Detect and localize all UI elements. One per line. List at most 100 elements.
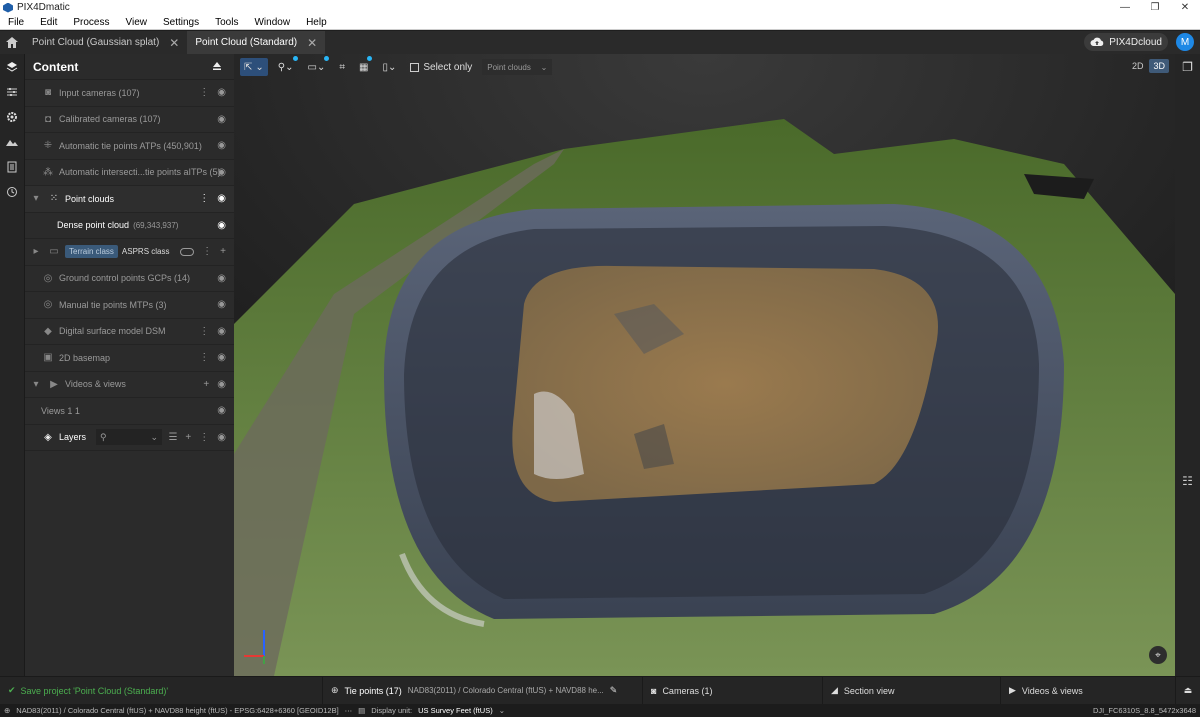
view-3d-button[interactable]: 3D (1149, 59, 1169, 73)
list-item-calibrated-cameras[interactable]: ◘ Calibrated cameras (107) ◉ (25, 107, 234, 133)
eye-icon[interactable]: ◉ (217, 326, 226, 337)
more-icon[interactable]: ⋮ (199, 352, 209, 363)
eye-icon[interactable]: ◉ (217, 379, 226, 390)
eye-icon[interactable]: ◉ (217, 299, 226, 310)
list-item-basemap[interactable]: ▣ 2D basemap ⋮ ◉ (25, 345, 234, 372)
list-item-mtps[interactable]: ◎ Manual tie points MTPs (3) ◉ (25, 292, 234, 319)
more-icon[interactable]: ⋮ (199, 87, 209, 98)
layer-search-input[interactable]: ⚲ ⌄ (96, 429, 163, 446)
copy-icon[interactable]: ❐ (1175, 54, 1200, 80)
video-icon: ▶ (50, 378, 58, 390)
eye-icon[interactable]: ◉ (217, 432, 226, 443)
list-item-classes[interactable]: ▸ ▭ Terrain class ASPRS class ⋮ + (25, 239, 234, 266)
close-icon[interactable]: ✕ (307, 36, 317, 50)
eye-icon[interactable]: ◉ (217, 193, 226, 204)
sliders-icon[interactable] (0, 79, 24, 104)
list-item-views[interactable]: Views 1 1 ◉ (25, 398, 234, 425)
menu-tools[interactable]: Tools (207, 17, 246, 28)
gear-icon[interactable] (0, 104, 24, 129)
more-icon[interactable]: ⋮ (199, 326, 209, 337)
chevron-right-icon[interactable]: ▸ (29, 246, 43, 257)
more-icon[interactable]: ⋮ (199, 432, 209, 443)
asprs-class-chip[interactable]: ASPRS class (122, 247, 170, 256)
crop-icon: ⌗ (339, 61, 345, 73)
menu-help[interactable]: Help (298, 17, 335, 28)
eye-icon[interactable]: ◉ (217, 273, 226, 284)
eject-icon[interactable]: ⏏ (1175, 676, 1200, 705)
maximize-button[interactable]: ❐ (1140, 0, 1170, 15)
plus-icon[interactable]: + (203, 379, 209, 390)
menu-view[interactable]: View (117, 17, 155, 28)
menu-file[interactable]: File (0, 17, 32, 28)
list-item-videos[interactable]: ▾ ▶ Videos & views + ◉ (25, 372, 234, 398)
eye-icon[interactable]: ◉ (217, 114, 226, 125)
checkbox[interactable] (410, 62, 420, 72)
classify-tool-button[interactable]: ▦ (355, 56, 373, 76)
more-icon[interactable]: ⋮ (202, 246, 212, 257)
list-item-gcps[interactable]: ◎ Ground control points GCPs (14) ◉ (25, 266, 234, 292)
list-icon[interactable]: ☰ (168, 432, 177, 443)
select-only-toggle[interactable]: Select only (406, 58, 476, 76)
eye-icon[interactable]: ◉ (217, 167, 226, 178)
list-item-dsm[interactable]: ◆ Digital surface model DSM ⋮ ◉ (25, 319, 234, 345)
history-icon[interactable] (0, 179, 24, 204)
recenter-icon[interactable]: ⌖ (1149, 646, 1167, 664)
measure-tool-button[interactable]: ▭ ⌄ (304, 56, 330, 76)
tab-standard[interactable]: Point Cloud (Standard) ✕ (187, 31, 326, 54)
eye-icon[interactable]: ◉ (217, 140, 226, 151)
menu-settings[interactable]: Settings (155, 17, 207, 28)
tab-gaussian-splat[interactable]: Point Cloud (Gaussian splat) ✕ (24, 31, 187, 54)
ruler-icon: ▤ (358, 706, 366, 715)
plus-icon[interactable]: + (185, 432, 191, 443)
eye-icon[interactable]: ◉ (217, 352, 226, 363)
tie-points-crs: NAD83(2011) / Colorado Central (ftUS) + … (407, 686, 604, 695)
plus-icon[interactable]: + (220, 246, 226, 257)
view-2d-button[interactable]: 2D (1128, 59, 1148, 73)
eye-icon[interactable]: ◉ (217, 87, 226, 98)
list-item-atps[interactable]: ⁜ Automatic tie points ATPs (450,901) ◉ (25, 133, 234, 160)
tie-points-panel[interactable]: ⊕ Tie points (17) NAD83(2011) / Colorado… (322, 676, 642, 705)
layers-icon[interactable] (0, 54, 24, 79)
clip-tool-button[interactable]: ▯ ⌄ (378, 58, 400, 76)
menu-window[interactable]: Window (246, 17, 298, 28)
marker-tool-button[interactable]: ⚲ ⌄ (274, 56, 298, 76)
more-icon[interactable]: ⋮ (199, 193, 209, 204)
crop-tool-button[interactable]: ⌗ (335, 58, 349, 76)
pix4dcloud-button[interactable]: PIX4Dcloud (1084, 33, 1168, 51)
close-window-button[interactable]: ✕ (1170, 0, 1200, 15)
list-item-dense-point-cloud[interactable]: Dense point cloud (69,343,937) ◉ (25, 213, 234, 239)
terrain-icon[interactable] (0, 129, 24, 154)
menu-edit[interactable]: Edit (32, 17, 65, 28)
chevron-down-icon[interactable]: ⌄ (499, 706, 505, 715)
close-icon[interactable]: ✕ (169, 36, 179, 50)
list-item-input-cameras[interactable]: ◙ Input cameras (107) ⋮ ◉ (25, 80, 234, 107)
class-toggle[interactable] (180, 247, 195, 256)
cameras-panel[interactable]: ◙ Cameras (1) (642, 676, 822, 705)
point-clouds-dropdown[interactable]: Point clouds ⌄ (482, 59, 553, 75)
point-cloud-icon: ⁙ (49, 193, 59, 205)
terrain-class-chip[interactable]: Terrain class (65, 245, 118, 259)
chevron-down-icon[interactable]: ▾ (29, 379, 43, 390)
chevron-down-icon[interactable]: ▾ (29, 193, 43, 204)
ellipsis-icon[interactable]: ⋯ (345, 706, 353, 715)
unit-select[interactable]: US Survey Feet (ftUS) (418, 706, 493, 715)
list-item-point-clouds[interactable]: ▾ ⁙ Point clouds ⋮ ◉ (25, 186, 234, 213)
select-tool-button[interactable]: ⇱ ⌄ (240, 58, 268, 76)
report-icon[interactable] (0, 154, 24, 179)
edit-icon[interactable]: ✎ (610, 685, 618, 696)
list-item-layers[interactable]: ◈ Layers ⚲ ⌄ ☰ + ⋮ ◉ (25, 425, 234, 451)
menu-process[interactable]: Process (65, 17, 117, 28)
list-item-aitps[interactable]: ⁂ Automatic intersecti...tie points aITP… (25, 160, 234, 186)
eye-icon[interactable]: ◉ (217, 220, 226, 231)
3d-viewport[interactable]: ⌖ (234, 54, 1175, 676)
cursor-icon: ⇱ (244, 61, 253, 73)
eye-icon[interactable]: ◉ (217, 405, 226, 416)
videos-views-panel[interactable]: ▶ Videos & views (1000, 676, 1175, 705)
properties-icon[interactable]: ☷ (1175, 474, 1200, 488)
home-icon[interactable] (0, 31, 24, 54)
minimize-button[interactable]: — (1110, 0, 1140, 15)
point-cloud-render[interactable] (234, 54, 1175, 676)
eject-icon[interactable] (212, 60, 222, 74)
section-view-panel[interactable]: ◢ Section view (822, 676, 1000, 705)
avatar[interactable]: M (1176, 33, 1194, 51)
